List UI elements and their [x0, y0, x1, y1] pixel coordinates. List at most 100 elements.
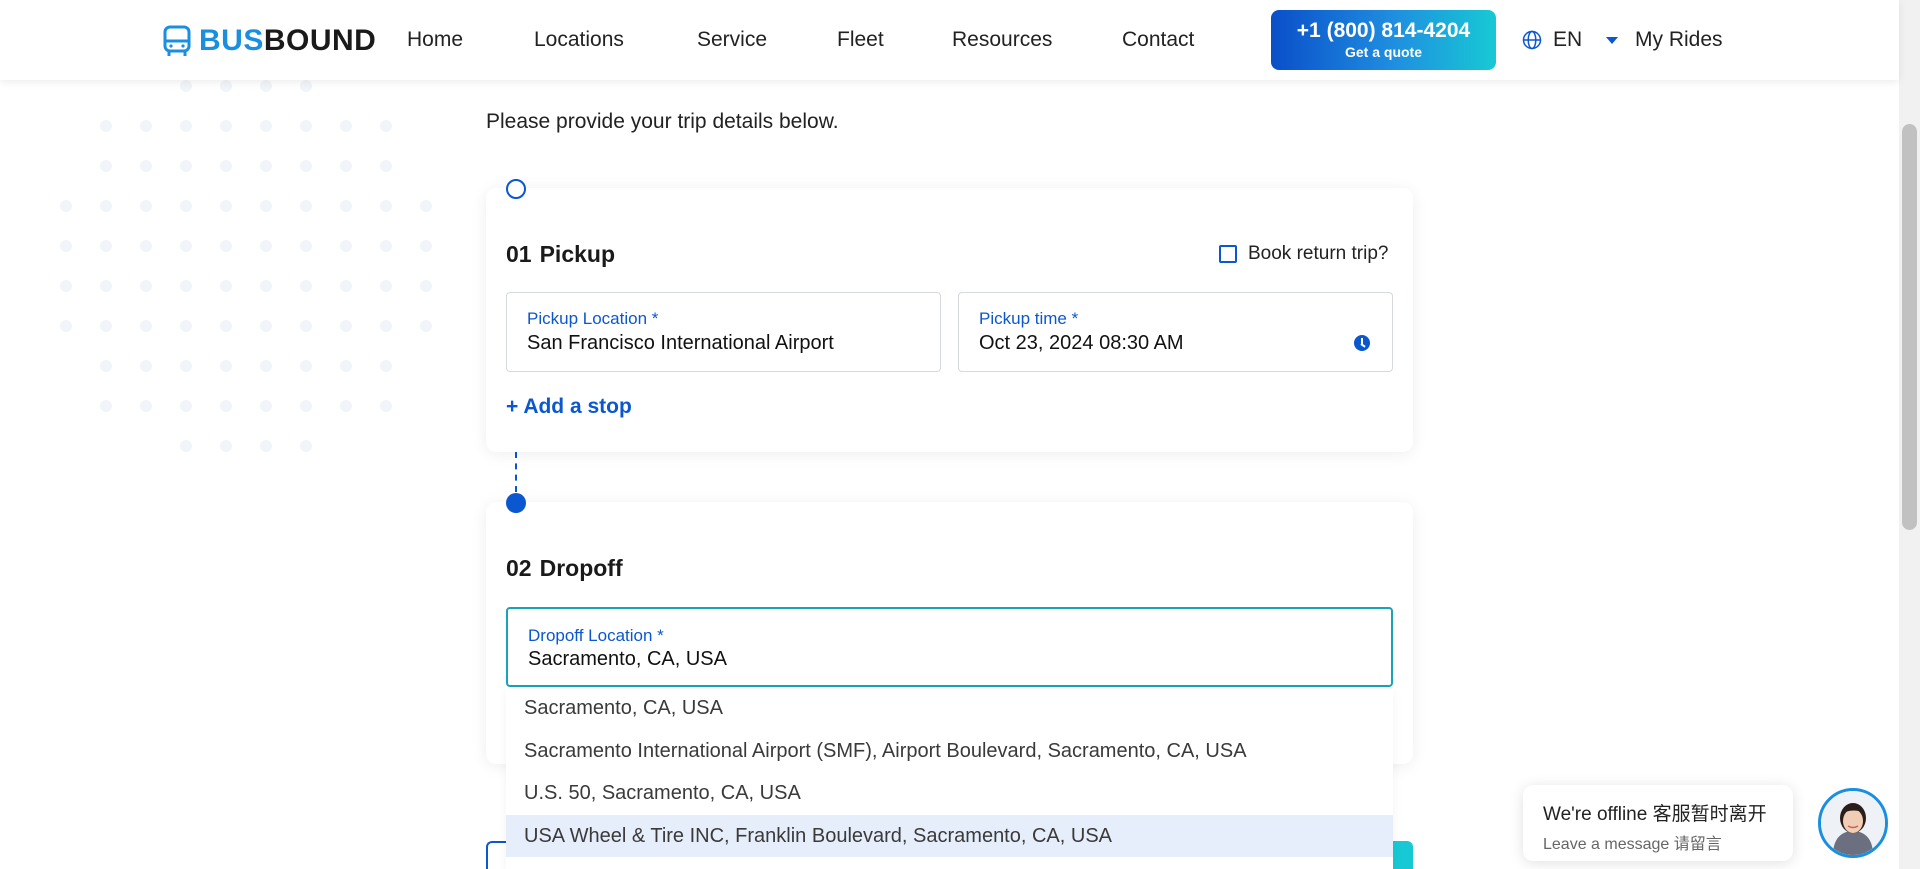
return-trip-toggle[interactable]: Book return trip?	[1219, 243, 1388, 265]
partial-button-right[interactable]	[1393, 841, 1413, 869]
nav-service[interactable]: Service	[697, 28, 767, 52]
add-stop-link[interactable]: + Add a stop	[506, 395, 632, 419]
decorative-dot	[340, 280, 352, 292]
suggestion-option[interactable]: Sacramento, CA, USA	[506, 687, 1393, 730]
decorative-dot	[180, 160, 192, 172]
decorative-dot	[300, 160, 312, 172]
decorative-dot	[220, 280, 232, 292]
return-trip-label: Book return trip?	[1248, 243, 1389, 264]
nav-contact[interactable]: Contact	[1122, 28, 1194, 52]
decorative-dot	[260, 440, 272, 452]
decorative-dot	[260, 320, 272, 332]
decorative-dot	[420, 280, 432, 292]
decorative-dot	[300, 280, 312, 292]
decorative-dot	[100, 240, 112, 252]
step-connector	[515, 452, 517, 492]
decorative-dot	[260, 240, 272, 252]
decorative-dot	[180, 120, 192, 132]
decorative-dot	[220, 80, 232, 92]
decorative-dot	[180, 240, 192, 252]
return-trip-checkbox[interactable]	[1219, 245, 1237, 263]
call-quote-button[interactable]: +1 (800) 814-4204 Get a quote	[1271, 10, 1496, 70]
decorative-dot	[420, 320, 432, 332]
decorative-dot	[180, 80, 192, 92]
language-selector[interactable]: EN	[1522, 28, 1619, 52]
decorative-dot	[220, 440, 232, 452]
decorative-dot	[220, 320, 232, 332]
nav-fleet[interactable]: Fleet	[837, 28, 884, 52]
decorative-dot	[340, 400, 352, 412]
decorative-dot	[220, 240, 232, 252]
decorative-dot	[300, 400, 312, 412]
pickup-location-input[interactable]: San Francisco International Airport	[527, 332, 834, 355]
decorative-dot	[100, 160, 112, 172]
decorative-dot	[260, 400, 272, 412]
decorative-dot	[180, 320, 192, 332]
pickup-time-field[interactable]: Pickup time * Oct 23, 2024 08:30 AM	[958, 292, 1393, 372]
decorative-dot	[380, 360, 392, 372]
page-scrollbar[interactable]	[1899, 0, 1920, 869]
decorative-dot	[340, 320, 352, 332]
dropoff-location-label: Dropoff Location *	[528, 626, 664, 645]
decorative-dot	[380, 240, 392, 252]
decorative-dot	[260, 280, 272, 292]
decorative-dot	[100, 280, 112, 292]
pickup-location-field[interactable]: Pickup Location * San Francisco Internat…	[506, 292, 941, 372]
decorative-dot	[220, 360, 232, 372]
nav-locations[interactable]: Locations	[534, 28, 624, 52]
nav-resources[interactable]: Resources	[952, 28, 1052, 52]
dropoff-section-title: 02 Dropoff	[506, 555, 623, 581]
dropoff-location-input[interactable]: Sacramento, CA, USA	[528, 648, 727, 671]
decorative-dot	[300, 120, 312, 132]
clock-icon[interactable]	[1354, 335, 1370, 351]
decorative-dot	[60, 200, 72, 212]
decorative-dot	[100, 360, 112, 372]
decorative-dot	[180, 400, 192, 412]
chat-agent-avatar[interactable]	[1818, 788, 1888, 858]
decorative-dot	[340, 360, 352, 372]
decorative-dot	[380, 200, 392, 212]
decorative-dot	[100, 120, 112, 132]
decorative-dot	[140, 200, 152, 212]
partial-button-left[interactable]	[486, 841, 506, 869]
decorative-dot	[140, 360, 152, 372]
pickup-time-input[interactable]: Oct 23, 2024 08:30 AM	[979, 332, 1184, 355]
decorative-dot	[300, 80, 312, 92]
step-indicator-dropoff	[506, 493, 526, 513]
decorative-dot	[340, 160, 352, 172]
decorative-dot	[180, 360, 192, 372]
chat-offline-bubble[interactable]: We're offline 客服暂时离开 Leave a message 请留言	[1523, 785, 1793, 861]
decorative-dot	[140, 120, 152, 132]
logo-wordmark: BUSBOUND	[199, 24, 377, 57]
decorative-dot	[300, 360, 312, 372]
decorative-dot	[60, 280, 72, 292]
decorative-dot	[340, 240, 352, 252]
decorative-dot	[380, 280, 392, 292]
decorative-dot	[220, 160, 232, 172]
logo[interactable]: BUSBOUND	[163, 24, 376, 58]
scrollbar-thumb[interactable]	[1902, 124, 1917, 530]
decorative-dot	[300, 320, 312, 332]
suggestion-option[interactable]: Sacramento International Airport (SMF), …	[506, 730, 1393, 773]
bus-logo-icon	[163, 25, 191, 56]
dropoff-location-field[interactable]: Dropoff Location * Sacramento, CA, USA	[506, 607, 1393, 687]
decorative-dot	[260, 360, 272, 372]
site-header: BUSBOUND Home Locations Service Fleet Re…	[0, 0, 1899, 80]
nav-home[interactable]: Home	[407, 28, 463, 52]
decorative-dot	[300, 440, 312, 452]
decorative-dot	[300, 240, 312, 252]
decorative-dot	[340, 200, 352, 212]
decorative-dot	[260, 80, 272, 92]
decorative-dot	[60, 240, 72, 252]
suggestion-option-highlighted[interactable]: USA Wheel & Tire INC, Franklin Boulevard…	[506, 814, 1393, 857]
decorative-dot	[220, 200, 232, 212]
decorative-dot	[380, 120, 392, 132]
my-rides-link[interactable]: My Rides	[1635, 28, 1723, 52]
decorative-dot	[340, 120, 352, 132]
decorative-dot	[220, 400, 232, 412]
page-subtitle: Please provide your trip details below.	[486, 110, 839, 133]
suggestion-option[interactable]: U.S. 50, Sacramento, CA, USA	[506, 772, 1393, 815]
decorative-dot	[260, 200, 272, 212]
decorative-dot	[180, 280, 192, 292]
decorative-dot	[180, 440, 192, 452]
